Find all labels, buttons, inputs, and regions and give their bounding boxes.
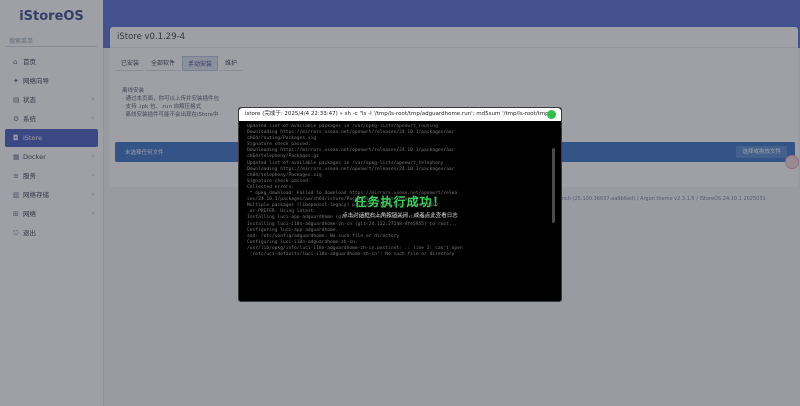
log-line: '/etc/uci-defaults/luci-i18n-adguardhome… (247, 251, 455, 257)
view-log-link[interactable]: 点击对话框右上角按钮关闭，或者点此查看日志 (239, 211, 561, 219)
task-log-dialog: istore (完成于: 2025/4/4 22:33:47) » sh -c … (238, 107, 562, 302)
close-dialog-button[interactable] (547, 110, 556, 119)
dialog-header: istore (完成于: 2025/4/4 22:33:47) » sh -c … (239, 108, 561, 121)
success-message: 任务执行成功！ (354, 195, 446, 209)
